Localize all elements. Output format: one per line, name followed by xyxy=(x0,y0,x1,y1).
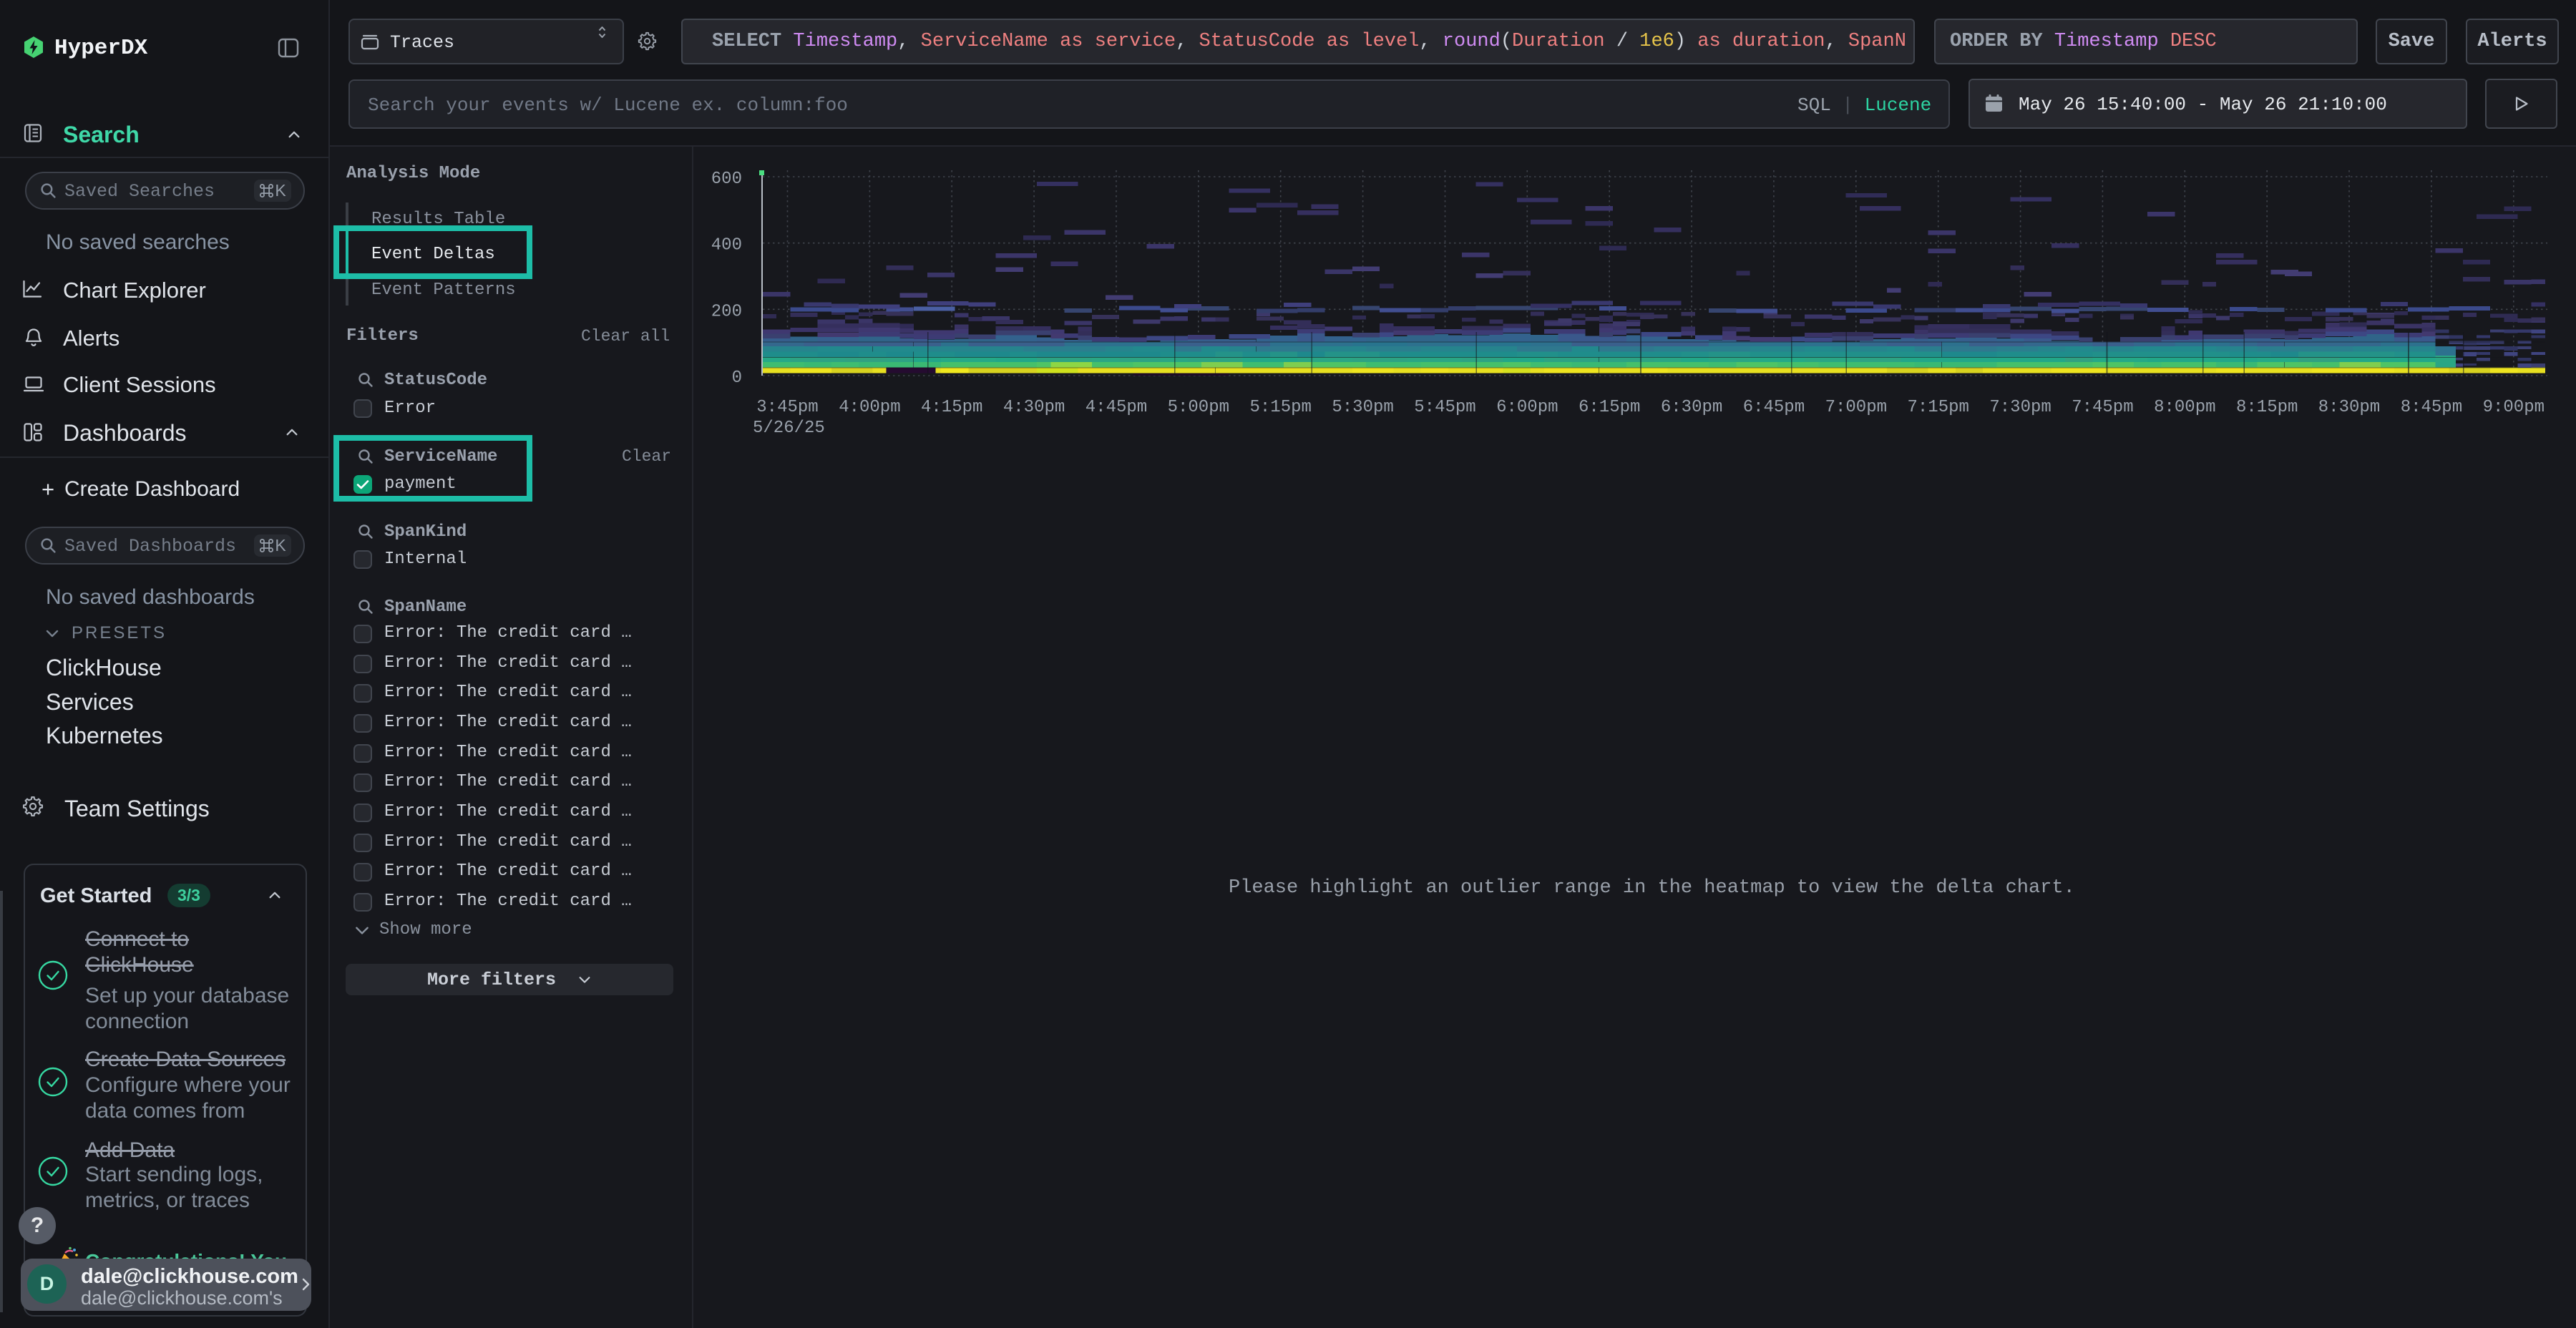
svg-text:7:15pm: 7:15pm xyxy=(1907,398,1968,417)
svg-text:5:00pm: 5:00pm xyxy=(1168,398,1229,417)
svg-text:7:45pm: 7:45pm xyxy=(2072,398,2133,417)
svg-text:5/26/25: 5/26/25 xyxy=(753,419,825,438)
svg-text:4:15pm: 4:15pm xyxy=(921,398,982,417)
svg-text:3:45pm: 3:45pm xyxy=(756,398,818,417)
svg-text:8:15pm: 8:15pm xyxy=(2236,398,2298,417)
svg-text:400: 400 xyxy=(711,236,742,255)
svg-text:200: 200 xyxy=(711,302,742,321)
svg-text:5:30pm: 5:30pm xyxy=(1332,398,1393,417)
svg-text:6:30pm: 6:30pm xyxy=(1661,398,1722,417)
svg-text:7:30pm: 7:30pm xyxy=(1989,398,2051,417)
svg-text:6:00pm: 6:00pm xyxy=(1496,398,1558,417)
svg-text:4:00pm: 4:00pm xyxy=(839,398,900,417)
svg-text:5:15pm: 5:15pm xyxy=(1249,398,1311,417)
svg-text:8:45pm: 8:45pm xyxy=(2401,398,2462,417)
svg-text:5:45pm: 5:45pm xyxy=(1414,398,1475,417)
svg-text:4:45pm: 4:45pm xyxy=(1085,398,1147,417)
svg-text:6:15pm: 6:15pm xyxy=(1579,398,1640,417)
svg-text:600: 600 xyxy=(711,170,742,189)
svg-text:8:00pm: 8:00pm xyxy=(2154,398,2215,417)
svg-text:8:30pm: 8:30pm xyxy=(2318,398,2380,417)
svg-text:4:30pm: 4:30pm xyxy=(1003,398,1065,417)
svg-text:7:00pm: 7:00pm xyxy=(1825,398,1887,417)
svg-text:0: 0 xyxy=(732,368,742,388)
svg-text:6:45pm: 6:45pm xyxy=(1743,398,1805,417)
svg-text:9:00pm: 9:00pm xyxy=(2483,398,2545,417)
